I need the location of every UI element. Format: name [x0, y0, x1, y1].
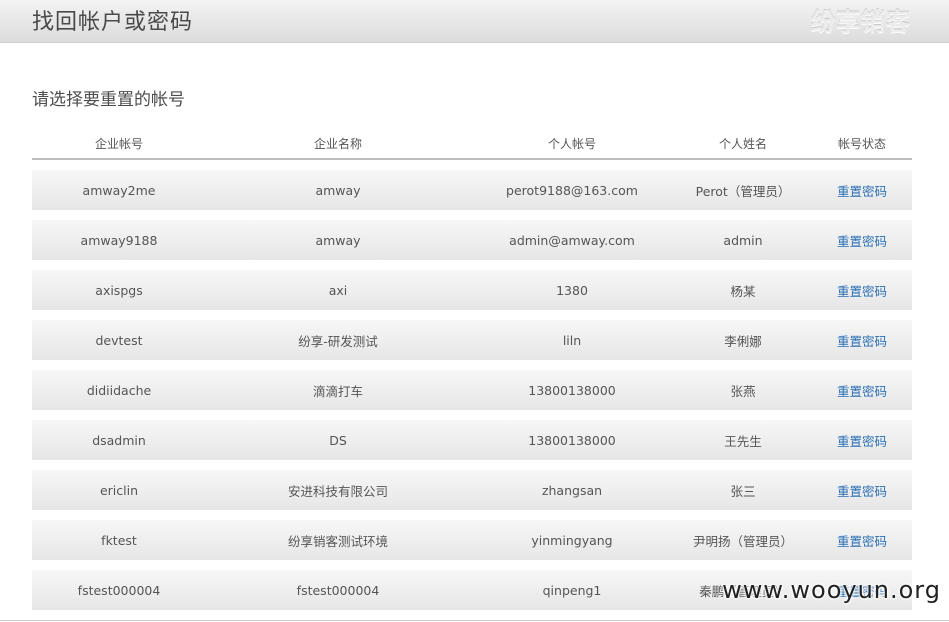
enterprise-account-cell: didiidache — [86, 382, 152, 398]
enterprise-name-cell: DS — [329, 432, 347, 448]
reset-password-link[interactable]: 重置密码 — [837, 334, 887, 349]
personal-name-cell: 尹明扬（管理员） — [692, 533, 793, 549]
page-title: 找回帐户或密码 — [32, 10, 194, 35]
account-status-cell: 重置密码 — [812, 281, 912, 300]
enterprise-name-cell: 纷享销客测试环境 — [287, 533, 388, 549]
enterprise-account-cell: ericlin — [99, 482, 139, 498]
table-row: fktest 纷享销客测试环境 yinmingyang 尹明扬（管理员） 重置密… — [32, 520, 912, 560]
column-header-enterprise-name: 企业名称 — [313, 136, 362, 151]
personal-account-cell: zhangsan — [541, 482, 603, 498]
enterprise-name-cell: 滴滴打车 — [312, 383, 363, 399]
column-header-personal-name: 个人姓名 — [718, 136, 767, 151]
page-header: 找回帐户或密码 纷享销客 — [0, 0, 949, 43]
enterprise-name-cell: 纷享-研发测试 — [298, 333, 378, 349]
reset-password-link[interactable]: 重置密码 — [837, 184, 887, 199]
table-row: ericlin 安进科技有限公司 zhangsan 张三 重置密码 — [32, 470, 912, 510]
account-status-cell: 重置密码 — [812, 181, 912, 200]
personal-account-cell: perot9188@163.com — [506, 182, 638, 198]
personal-name-cell: Perot（管理员） — [695, 183, 791, 199]
personal-name-cell: 李俐娜 — [724, 333, 762, 349]
column-header-enterprise-account: 企业帐号 — [94, 136, 143, 151]
reset-password-link[interactable]: 重置密码 — [837, 434, 887, 449]
account-status-cell: 重置密码 — [812, 231, 912, 250]
table-row: amway9188 amway admin@amway.com admin 重置… — [32, 220, 912, 260]
enterprise-account-cell: amway2me — [82, 182, 156, 198]
reset-password-link[interactable]: 重置密码 — [837, 234, 887, 249]
enterprise-account-cell: dsadmin — [92, 432, 146, 448]
column-header-account-status: 帐号状态 — [837, 136, 886, 151]
personal-name-cell: 张三 — [730, 483, 756, 499]
section-subtitle: 请选择要重置的帐号 — [32, 90, 185, 110]
column-header-personal-account: 个人帐号 — [547, 136, 596, 151]
reset-password-link[interactable]: 重置密码 — [837, 484, 887, 499]
table-row: axispgs axi 1380 杨某 重置密码 — [32, 270, 912, 310]
personal-account-cell: 1380 — [556, 282, 588, 298]
reset-password-link[interactable]: 重置密码 — [837, 384, 887, 399]
enterprise-account-cell: axispgs — [95, 282, 143, 298]
table-row: devtest 纷享-研发测试 liln 李俐娜 重置密码 — [32, 320, 912, 360]
reset-password-link[interactable]: 重置密码 — [837, 284, 887, 299]
table-header: 企业帐号 企业名称 个人帐号 个人姓名 帐号状态 — [32, 128, 912, 160]
account-status-cell: 重置密码 — [812, 481, 912, 500]
account-status-cell: 重置密码 — [812, 381, 912, 400]
personal-account-cell: 13800138000 — [528, 432, 616, 448]
enterprise-name-cell: 安进科技有限公司 — [287, 483, 388, 499]
bottom-divider — [0, 620, 949, 621]
enterprise-account-cell: devtest — [95, 332, 143, 348]
enterprise-account-cell: fstest000004 — [77, 582, 161, 598]
account-status-cell: 重置密码 — [812, 431, 912, 450]
enterprise-name-cell: fstest000004 — [296, 582, 380, 598]
personal-name-cell: 杨某 — [730, 283, 756, 299]
enterprise-name-cell: amway — [315, 182, 361, 198]
personal-name-cell: admin — [723, 232, 763, 248]
personal-account-cell: liln — [562, 332, 582, 348]
personal-name-cell: 王先生 — [724, 433, 762, 449]
table-row: dsadmin DS 13800138000 王先生 重置密码 — [32, 420, 912, 460]
brand-logo-text: 纷享销客 — [811, 8, 911, 36]
accounts-table: 企业帐号 企业名称 个人帐号 个人姓名 帐号状态 amway2me amway … — [32, 128, 912, 620]
personal-account-cell: admin@amway.com — [509, 232, 635, 248]
enterprise-name-cell: axi — [328, 282, 348, 298]
watermark-text: www.wooyun.org — [722, 576, 941, 604]
enterprise-name-cell: amway — [315, 232, 361, 248]
enterprise-account-cell: fktest — [101, 532, 137, 548]
personal-account-cell: yinmingyang — [531, 532, 613, 548]
account-status-cell: 重置密码 — [812, 531, 912, 550]
table-row: didiidache 滴滴打车 13800138000 张燕 重置密码 — [32, 370, 912, 410]
enterprise-account-cell: amway9188 — [80, 232, 158, 248]
reset-password-link[interactable]: 重置密码 — [837, 534, 887, 549]
table-body: amway2me amway perot9188@163.com Perot（管… — [32, 170, 912, 610]
personal-name-cell: 张燕 — [730, 383, 756, 399]
personal-account-cell: 13800138000 — [528, 382, 616, 398]
account-status-cell: 重置密码 — [812, 331, 912, 350]
table-row: amway2me amway perot9188@163.com Perot（管… — [32, 170, 912, 210]
personal-account-cell: qinpeng1 — [542, 582, 602, 598]
